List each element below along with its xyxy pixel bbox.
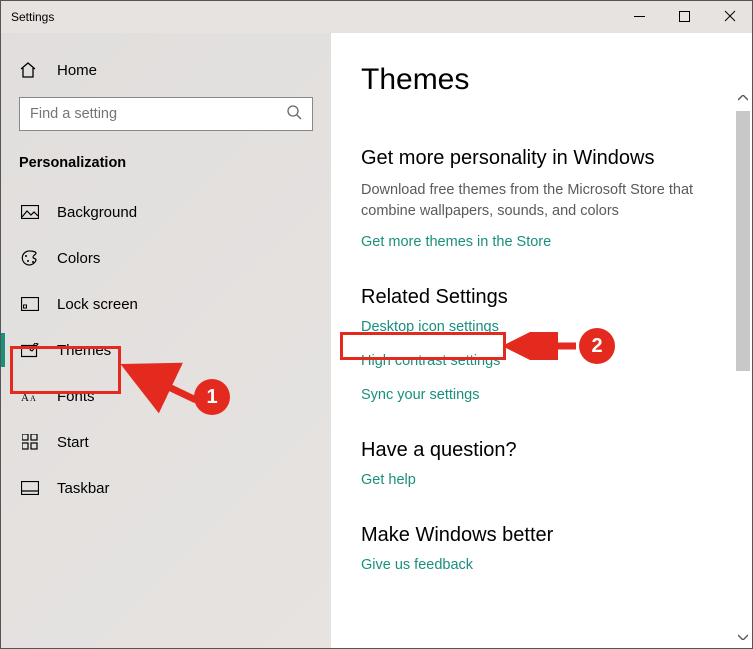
personality-body: Download free themes from the Microsoft … [361, 180, 722, 222]
scroll-down-icon[interactable] [736, 630, 750, 644]
close-button[interactable] [707, 1, 752, 31]
scroll-thumb[interactable] [736, 111, 750, 371]
scroll-up-icon[interactable] [736, 91, 750, 105]
link-get-more-themes[interactable]: Get more themes in the Store [361, 234, 722, 250]
sidebar-item-label: Start [57, 434, 89, 451]
sidebar-item-themes[interactable]: Themes [1, 327, 331, 373]
section-heading-related: Related Settings [361, 286, 722, 309]
link-give-feedback[interactable]: Give us feedback [361, 557, 722, 573]
sidebar-item-start[interactable]: Start [1, 419, 331, 465]
link-desktop-icon-settings[interactable]: Desktop icon settings [361, 319, 722, 335]
svg-text:A: A [21, 392, 29, 404]
link-get-help[interactable]: Get help [361, 472, 722, 488]
page-title: Themes [361, 63, 722, 97]
sidebar-item-background[interactable]: Background [1, 189, 331, 235]
fonts-icon: AA [19, 389, 41, 404]
sidebar-item-label: Fonts [57, 388, 95, 405]
pen-screen-icon [19, 343, 41, 358]
home-label: Home [57, 62, 97, 79]
title-bar: Settings [1, 1, 752, 33]
minimize-button[interactable] [617, 1, 662, 31]
search-icon [286, 104, 302, 125]
picture-icon [19, 205, 41, 219]
sidebar-item-label: Colors [57, 250, 100, 267]
main-pane: Themes Get more personality in Windows D… [331, 33, 752, 648]
section-heading-question: Have a question? [361, 439, 722, 462]
home-icon [19, 61, 41, 79]
sidebar-item-lock-screen[interactable]: Lock screen [1, 281, 331, 327]
maximize-button[interactable] [662, 1, 707, 31]
home-button[interactable]: Home [1, 53, 331, 87]
section-heading-better: Make Windows better [361, 524, 722, 547]
vertical-scrollbar[interactable] [736, 91, 750, 644]
link-sync-your-settings[interactable]: Sync your settings [361, 387, 722, 403]
search-field[interactable] [30, 106, 286, 122]
window-title: Settings [11, 10, 54, 24]
sidebar-item-taskbar[interactable]: Taskbar [1, 465, 331, 511]
sidebar-item-label: Background [57, 204, 137, 221]
lock-screen-icon [19, 297, 41, 311]
sidebar-item-label: Lock screen [57, 296, 138, 313]
sidebar-item-label: Themes [57, 342, 111, 359]
svg-text:A: A [30, 394, 36, 403]
start-grid-icon [19, 434, 41, 450]
taskbar-icon [19, 481, 41, 495]
sidebar-item-label: Taskbar [57, 480, 110, 497]
sidebar: Home Personalization Background Colors [1, 33, 331, 648]
sidebar-item-colors[interactable]: Colors [1, 235, 331, 281]
sidebar-item-fonts[interactable]: AA Fonts [1, 373, 331, 419]
section-title: Personalization [1, 149, 331, 189]
section-heading-personality: Get more personality in Windows [361, 147, 722, 170]
palette-icon [19, 249, 41, 267]
link-high-contrast-settings[interactable]: High contrast settings [361, 353, 722, 369]
search-input[interactable] [19, 97, 313, 131]
